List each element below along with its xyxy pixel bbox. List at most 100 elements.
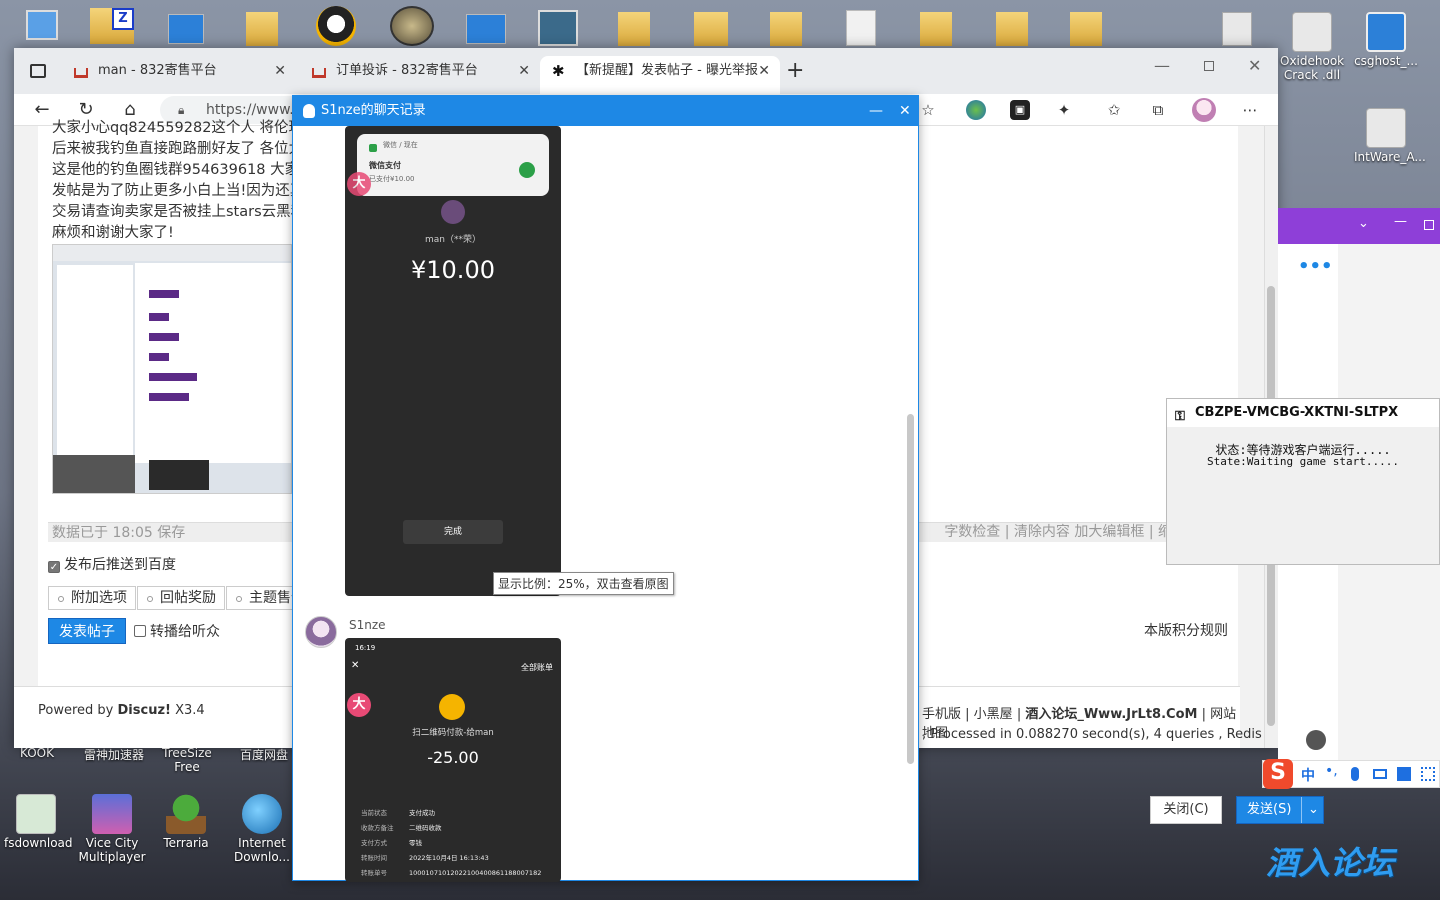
speedometer-icon[interactable] <box>390 6 434 46</box>
folder-icon[interactable] <box>694 12 728 46</box>
folder-icon[interactable] <box>246 12 278 46</box>
send-button[interactable]: 发送(S) ⌄ <box>1236 796 1324 824</box>
more-options-icon[interactable]: ⋯ <box>1240 100 1260 120</box>
profile-avatar[interactable] <box>1192 98 1216 122</box>
app-window-icon[interactable] <box>466 14 506 44</box>
history-icon[interactable] <box>1306 730 1326 750</box>
favorites-icon[interactable]: ✩ <box>1104 100 1124 120</box>
send-dropdown-icon[interactable]: ⌄ <box>1301 797 1319 823</box>
sender-avatar[interactable] <box>305 616 337 648</box>
publish-post-button[interactable]: 发表帖子 <box>48 618 126 644</box>
chat-image-payment-1[interactable]: 微信 / 现在 微信支付 已支付¥10.00 大 man（**荣） ¥10.00… <box>345 126 561 596</box>
send-label: 发送(S) <box>1247 802 1292 817</box>
push-baidu-checkbox[interactable]: ✓ 发布后推送到百度 <box>48 554 176 574</box>
ime-toolbar: S 中 •, <box>1262 759 1440 789</box>
chat-image-payment-2[interactable]: 16:19 ✕ 全部账单 大 扫二维码付款-给man -25.00 当前状态 支付… <box>345 638 561 882</box>
extension-globe-icon[interactable] <box>966 100 986 120</box>
folder-icon[interactable] <box>996 12 1028 46</box>
popup-title-bar: ⚿ CBZPE-VMCBG-XKTNI-SLTPX <box>1167 399 1439 427</box>
broadcast-checkbox[interactable]: 转播给听众 <box>134 621 220 641</box>
desktop-icon-fsdownload[interactable]: fsdownload <box>4 794 73 850</box>
qq-penguin-icon[interactable] <box>316 6 356 46</box>
broadcast-label: 转播给听众 <box>150 624 220 640</box>
reply-reward-button[interactable]: 回帖奖励 <box>137 586 225 610</box>
chat-title: S1nze的聊天记录 <box>321 103 426 118</box>
saved-status: 数据已于 18:05 保存 <box>52 525 186 541</box>
extension-game-icon[interactable]: ▣ <box>1010 100 1030 120</box>
desktop-icon-terraria[interactable]: Terraria <box>154 794 218 850</box>
toolbox-icon[interactable] <box>538 10 578 46</box>
tab-complaint[interactable]: 订单投诉 - 832寄售平台 ✕ <box>300 56 540 94</box>
new-tab-button[interactable]: + <box>786 58 804 83</box>
desktop-icon-idm[interactable]: Internet Downlo... <box>230 794 294 864</box>
notify-title: 微信支付 <box>369 161 401 170</box>
payee-name: man（**荣） <box>425 235 481 245</box>
collections-icon[interactable]: ⧉ <box>1148 100 1168 120</box>
desktop-icon-oxidehook[interactable]: Oxidehook Crack .dll <box>1280 12 1344 82</box>
tab-close-icon[interactable]: ✕ <box>274 56 286 86</box>
forum-logo: 酒入论坛 <box>1266 844 1395 882</box>
desktop-icon-label: Vice City Multiplayer <box>78 836 146 864</box>
tab-actions-icon[interactable] <box>30 64 46 78</box>
chat-minimize-icon[interactable]: — <box>869 96 883 126</box>
credit-rules-link[interactable]: 本版积分规则 <box>1144 620 1228 640</box>
detail-row: 转账时间 2022年10月4日 16:13:43 <box>361 854 489 862</box>
keyboard-icon[interactable] <box>1373 769 1387 779</box>
extensions-icon[interactable]: ✦ <box>1054 100 1074 120</box>
maximize-icon[interactable] <box>1424 220 1434 230</box>
mobile-link[interactable]: 手机版 <box>922 707 961 722</box>
add-favorite-icon[interactable]: ☆ <box>918 100 938 120</box>
chat-close-icon[interactable]: ✕ <box>899 96 911 126</box>
tab-close-icon[interactable]: ✕ <box>758 56 770 86</box>
desktop-icon-csghost[interactable]: csghost_... <box>1354 12 1418 68</box>
notify-sub: 已支付¥10.00 <box>369 175 415 183</box>
folder-icon[interactable] <box>920 12 952 46</box>
sogou-s-icon[interactable]: S <box>1263 759 1293 789</box>
folder-icon[interactable] <box>618 12 650 46</box>
checkbox-unchecked-icon <box>134 625 146 637</box>
globe-icon <box>242 794 282 834</box>
blackroom-link[interactable]: 小黑屋 <box>974 707 1013 722</box>
powered-text: Powered by <box>38 703 114 718</box>
more-dots-icon[interactable]: ••• <box>1298 256 1333 277</box>
desktop-icon-label: IntWare_A... <box>1354 150 1426 164</box>
chevron-down-icon[interactable]: ⌄ <box>1358 216 1369 231</box>
close-window-button[interactable]: ✕ <box>1248 56 1261 75</box>
gear-icon[interactable] <box>1222 12 1252 46</box>
grid-icon[interactable] <box>1421 767 1435 781</box>
minimize-button[interactable]: — <box>1154 56 1170 75</box>
minimize-icon[interactable]: — <box>1394 214 1407 229</box>
punct-icon[interactable]: •, <box>1325 763 1338 779</box>
computer-icon[interactable] <box>26 10 58 40</box>
da-badge-icon: 大 <box>347 172 371 196</box>
tab-man[interactable]: man - 832寄售平台 ✕ <box>62 56 296 94</box>
detail-row: 当前状态 支付成功 <box>361 809 435 817</box>
mic-icon[interactable] <box>1351 767 1359 781</box>
close-chat-button[interactable]: 关闭(C) <box>1150 796 1222 824</box>
back-x-icon: ✕ <box>351 660 360 671</box>
text-file-icon[interactable] <box>846 10 876 46</box>
tree-icon <box>166 794 206 834</box>
activation-popup: ⚿ CBZPE-VMCBG-XKTNI-SLTPX 状态:等待游戏客户端运行..… <box>1166 398 1440 565</box>
tab-close-icon[interactable]: ✕ <box>518 56 530 86</box>
maximize-button[interactable] <box>1204 61 1214 71</box>
leishen-label: 雷神加速器 <box>84 748 145 762</box>
discuz-link[interactable]: Discuz! <box>118 703 171 718</box>
desktop-icon-intware[interactable]: IntWare_A... <box>1354 108 1426 164</box>
site-link[interactable]: 酒入论坛_Www.JrLt8.CoM <box>1025 707 1197 722</box>
desktop-icon-vcmp[interactable]: Vice City Multiplayer <box>78 794 146 864</box>
ime-lang[interactable]: 中 <box>1301 765 1315 785</box>
shirt-icon[interactable] <box>1397 767 1411 781</box>
popup-status-en: State:Waiting game start..... <box>1206 455 1400 468</box>
folder-icon[interactable] <box>770 12 802 46</box>
extra-options-button[interactable]: 附加选项 <box>48 586 136 610</box>
tab-title: 【新提醒】发表帖子 - 曝光举报 <box>576 63 758 78</box>
folder-icon[interactable] <box>1070 12 1102 46</box>
winrar-icon[interactable]: Z <box>112 8 134 30</box>
post-body-text[interactable]: 大家小心qq824559282这个人 将伦玩 后来被我钓鱼直接跑路删好友了 各位… <box>52 118 292 244</box>
chat-scrollbar-thumb[interactable] <box>907 414 914 764</box>
post-line: 大家小心qq824559282这个人 将伦玩 <box>52 120 292 136</box>
app-window-icon[interactable] <box>168 14 204 44</box>
tab-new-post[interactable]: ✱ 【新提醒】发表帖子 - 曝光举报 ✕ <box>540 56 780 94</box>
baidu-label: 百度网盘 <box>240 748 289 762</box>
